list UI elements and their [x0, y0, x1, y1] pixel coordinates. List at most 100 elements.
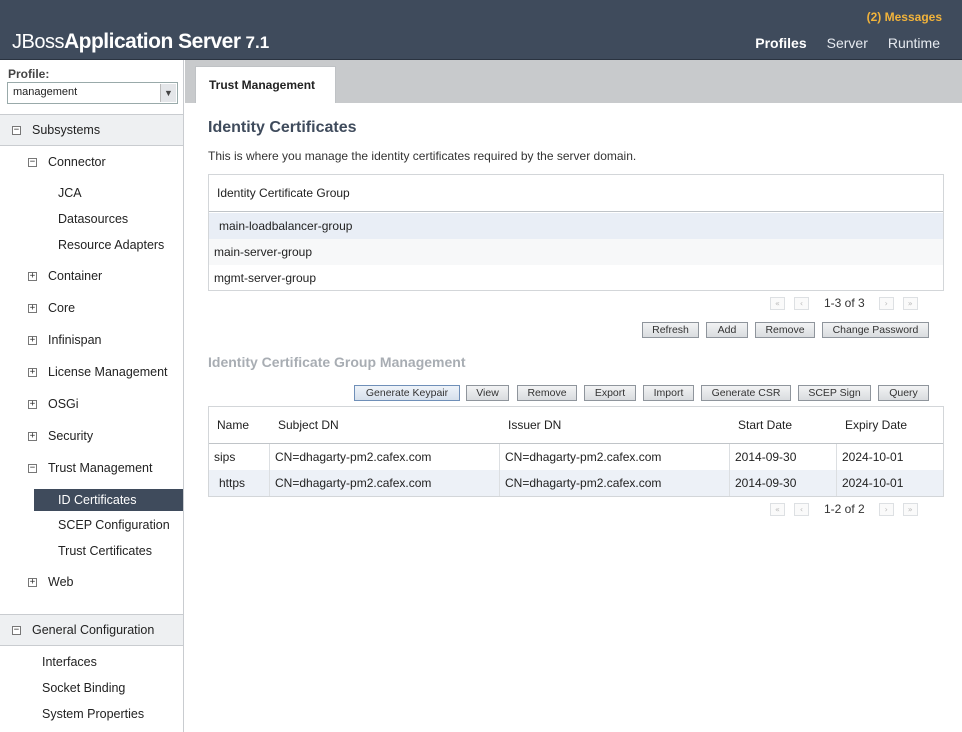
- table-cell: https: [219, 476, 246, 490]
- table-cell: CN=dhagarty-pm2.cafex.com: [505, 476, 662, 490]
- tree-container[interactable]: + Container: [28, 269, 103, 283]
- table-cell: 2024-10-01: [842, 476, 904, 490]
- expand-icon[interactable]: +: [28, 272, 37, 281]
- tree-security-label: Security: [48, 429, 94, 443]
- pager-text: 1-3 of 3: [824, 296, 865, 310]
- scep-sign-button[interactable]: SCEP Sign: [798, 385, 871, 401]
- tree-web[interactable]: + Web: [28, 575, 74, 589]
- tree-item-datasources[interactable]: Datasources: [58, 212, 128, 226]
- tree-trust-management[interactable]: − Trust Management: [28, 461, 152, 475]
- brand-logo: JBossApplication Server 7.1: [12, 30, 269, 54]
- table-cell: CN=dhagarty-pm2.cafex.com: [505, 450, 662, 464]
- remove-group-button[interactable]: Remove: [755, 322, 815, 338]
- expand-icon[interactable]: +: [28, 368, 37, 377]
- expand-icon[interactable]: +: [28, 578, 37, 587]
- next-page-icon[interactable]: ›: [878, 502, 894, 516]
- tree-item-scep-configuration[interactable]: SCEP Configuration: [58, 518, 170, 532]
- table-cell: CN=dhagarty-pm2.cafex.com: [275, 450, 432, 464]
- change-password-button[interactable]: Change Password: [822, 322, 929, 338]
- add-button[interactable]: Add: [706, 322, 748, 338]
- generate-csr-button[interactable]: Generate CSR: [701, 385, 791, 401]
- group-table: Identity Certificate Group main-loadbala…: [208, 174, 944, 291]
- section-general-configuration[interactable]: − General Configuration: [0, 614, 183, 646]
- column-header: Issuer DN: [508, 418, 562, 432]
- group-table-header: Identity Certificate Group: [209, 175, 943, 212]
- tree-item-socket-binding[interactable]: Socket Binding: [42, 681, 125, 695]
- expand-icon[interactable]: +: [28, 304, 37, 313]
- column-header: Expiry Date: [845, 418, 908, 432]
- table-row[interactable]: mgmt-server-group: [209, 265, 943, 291]
- table-row[interactable]: https CN=dhagarty-pm2.cafex.com CN=dhaga…: [209, 470, 943, 496]
- table-row[interactable]: main-loadbalancer-group: [209, 213, 943, 239]
- collapse-icon[interactable]: −: [12, 626, 21, 635]
- tree-item-trust-certificates[interactable]: Trust Certificates: [58, 544, 152, 558]
- tree-core-label: Core: [48, 301, 76, 315]
- expand-icon[interactable]: +: [28, 336, 37, 345]
- prev-page-icon[interactable]: ‹: [794, 296, 809, 310]
- prev-page-icon[interactable]: ‹: [794, 502, 809, 516]
- table-row[interactable]: main-server-group: [209, 239, 943, 265]
- tree-item-jca[interactable]: JCA: [58, 186, 82, 200]
- table-cell: 2014-09-30: [735, 476, 797, 490]
- table-row[interactable]: sips CN=dhagarty-pm2.cafex.com CN=dhagar…: [209, 444, 943, 470]
- tree-item-system-properties[interactable]: System Properties: [42, 707, 144, 721]
- first-page-icon[interactable]: «: [770, 296, 785, 310]
- remove-cert-button[interactable]: Remove: [517, 385, 577, 401]
- column-header: Start Date: [738, 418, 793, 432]
- expand-icon[interactable]: +: [28, 432, 37, 441]
- tree-license-management-label: License Management: [48, 365, 168, 379]
- tab-trust-management[interactable]: Trust Management: [195, 66, 336, 103]
- section-subsystems[interactable]: − Subsystems: [0, 114, 183, 146]
- nav-runtime[interactable]: Runtime: [888, 35, 940, 51]
- query-button[interactable]: Query: [878, 385, 929, 401]
- page-description: This is where you manage the identity ce…: [208, 149, 637, 163]
- tree-container-label: Container: [48, 269, 103, 283]
- brand-version: 7.1: [245, 33, 270, 52]
- profile-select[interactable]: management ▼: [7, 82, 178, 104]
- import-button[interactable]: Import: [643, 385, 694, 401]
- table-cell: mgmt-server-group: [214, 271, 317, 285]
- cert-pager: « ‹ 1-2 of 2 › »: [770, 502, 927, 516]
- cert-table-header: Name Subject DN Issuer DN Start Date Exp…: [209, 407, 943, 444]
- tree-item-interfaces[interactable]: Interfaces: [42, 655, 97, 669]
- nav-profiles[interactable]: Profiles: [755, 35, 806, 51]
- tree-core[interactable]: + Core: [28, 301, 76, 315]
- export-button[interactable]: Export: [584, 385, 636, 401]
- tree-security[interactable]: + Security: [28, 429, 94, 443]
- page-title: Identity Certificates: [208, 119, 357, 136]
- messages-link[interactable]: (2) Messages: [867, 10, 942, 24]
- tree-infinispan[interactable]: + Infinispan: [28, 333, 102, 347]
- last-page-icon[interactable]: »: [902, 502, 918, 516]
- nav-server[interactable]: Server: [827, 35, 868, 51]
- collapse-icon[interactable]: −: [12, 126, 21, 135]
- table-cell: main-server-group: [214, 245, 313, 259]
- tree-item-resource-adapters[interactable]: Resource Adapters: [58, 238, 164, 252]
- section-subsystems-label: Subsystems: [32, 123, 101, 137]
- refresh-button[interactable]: Refresh: [642, 322, 699, 338]
- sidebar: Profile: management ▼ − Subsystems − Con…: [0, 60, 184, 732]
- pager-text: 1-2 of 2: [824, 502, 865, 516]
- table-cell: 2014-09-30: [735, 450, 797, 464]
- management-title: Identity Certificate Group Management: [208, 354, 466, 370]
- collapse-icon[interactable]: −: [28, 158, 37, 167]
- view-button[interactable]: View: [466, 385, 509, 401]
- table-cell: 2024-10-01: [842, 450, 904, 464]
- column-header: Name: [217, 418, 250, 432]
- first-page-icon[interactable]: «: [770, 502, 785, 516]
- tree-item-id-certificates[interactable]: ID Certificates: [34, 489, 183, 511]
- collapse-icon[interactable]: −: [28, 464, 37, 473]
- app-header: JBossApplication Server 7.1 (2) Messages …: [0, 0, 962, 60]
- tab-strip: Trust Management: [185, 60, 962, 103]
- last-page-icon[interactable]: »: [902, 296, 918, 310]
- chevron-down-icon[interactable]: ▼: [160, 84, 176, 102]
- tree-connector-label: Connector: [48, 155, 106, 169]
- tree-infinispan-label: Infinispan: [48, 333, 102, 347]
- tree-web-label: Web: [48, 575, 74, 589]
- tree-connector[interactable]: − Connector: [28, 155, 106, 169]
- tree-license-management[interactable]: + License Management: [28, 365, 168, 379]
- expand-icon[interactable]: +: [28, 400, 37, 409]
- next-page-icon[interactable]: ›: [878, 296, 894, 310]
- generate-keypair-button[interactable]: Generate Keypair: [354, 385, 460, 401]
- tree-osgi[interactable]: + OSGi: [28, 397, 79, 411]
- table-cell: main-loadbalancer-group: [219, 219, 353, 233]
